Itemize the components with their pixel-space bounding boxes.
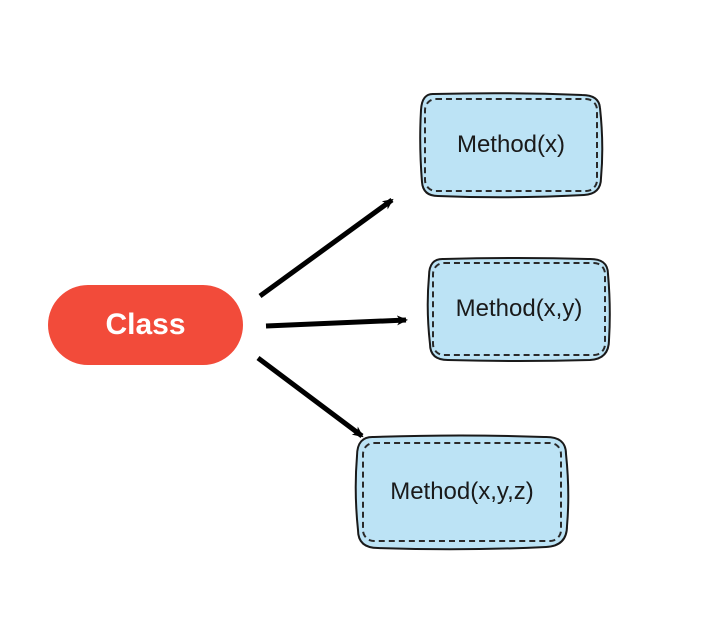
method-label-2: Method(x,y) — [424, 254, 614, 364]
method-label-1: Method(x) — [416, 90, 606, 200]
arrow-to-method-2 — [266, 320, 406, 326]
method-node-2: Method(x,y) — [424, 254, 614, 364]
method-node-3: Method(x,y,z) — [352, 432, 572, 552]
class-node: Class — [48, 285, 243, 365]
class-label: Class — [105, 308, 185, 342]
method-node-1: Method(x) — [416, 90, 606, 200]
method-label-3: Method(x,y,z) — [352, 432, 572, 552]
arrow-to-method-1 — [260, 200, 392, 296]
diagram-canvas: Class Method(x) Method(x,y) Method(x,y,z… — [0, 0, 707, 620]
arrow-to-method-3 — [258, 358, 362, 436]
